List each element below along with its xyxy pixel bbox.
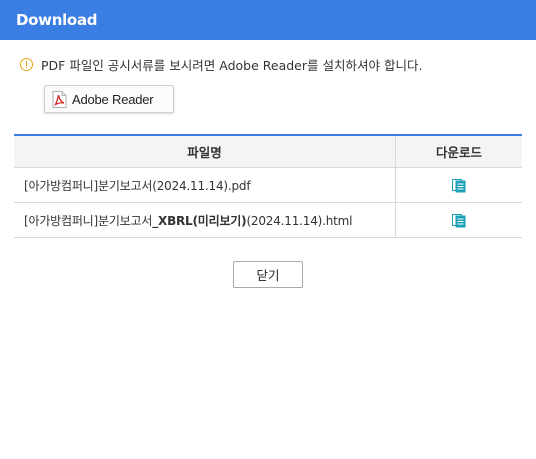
table-row: [아가방컴퍼니]분기보고서_XBRL(미리보기)(2024.11.14).htm…: [14, 202, 522, 238]
column-header-download: 다운로드: [395, 135, 522, 168]
file-name-suffix: (2024.11.14).html: [246, 213, 353, 228]
file-name-prefix: [아가방컴퍼니]분기보고서: [24, 178, 153, 193]
adobe-reader-button[interactable]: Adobe Reader: [44, 85, 174, 113]
notice-message: PDF 파일인 공시서류를 보시려면 Adobe Reader를 설치하셔야 합…: [20, 55, 422, 73]
close-button[interactable]: 닫기: [233, 261, 303, 288]
document-download-icon[interactable]: [451, 212, 467, 228]
document-download-icon[interactable]: [451, 177, 467, 193]
file-name-cell: [아가방컴퍼니]분기보고서_XBRL(미리보기)(2024.11.14).htm…: [14, 202, 396, 238]
file-table: 파일명 다운로드 [아가방컴퍼니]분기보고서(2024.11.14).pdf […: [14, 134, 522, 238]
pdf-icon: [52, 90, 67, 108]
table-header-row: 파일명 다운로드: [14, 135, 522, 168]
download-cell: [395, 202, 522, 238]
download-cell: [395, 167, 522, 203]
column-header-filename: 파일명: [14, 135, 396, 168]
file-name-suffix: (2024.11.14).pdf: [152, 178, 251, 193]
table-row: [아가방컴퍼니]분기보고서(2024.11.14).pdf: [14, 167, 522, 203]
file-name-prefix: [아가방컴퍼니]분기보고서: [24, 213, 153, 228]
notice-text: PDF 파일인 공시서류를 보시려면 Adobe Reader를 설치하셔야 합…: [41, 57, 423, 73]
adobe-reader-label: Adobe Reader: [72, 91, 154, 107]
warning-circle-icon: [20, 57, 33, 71]
window-title: Download: [0, 0, 536, 40]
file-name-cell: [아가방컴퍼니]분기보고서(2024.11.14).pdf: [14, 167, 396, 203]
file-name-strong: _XBRL(미리보기): [152, 213, 247, 228]
